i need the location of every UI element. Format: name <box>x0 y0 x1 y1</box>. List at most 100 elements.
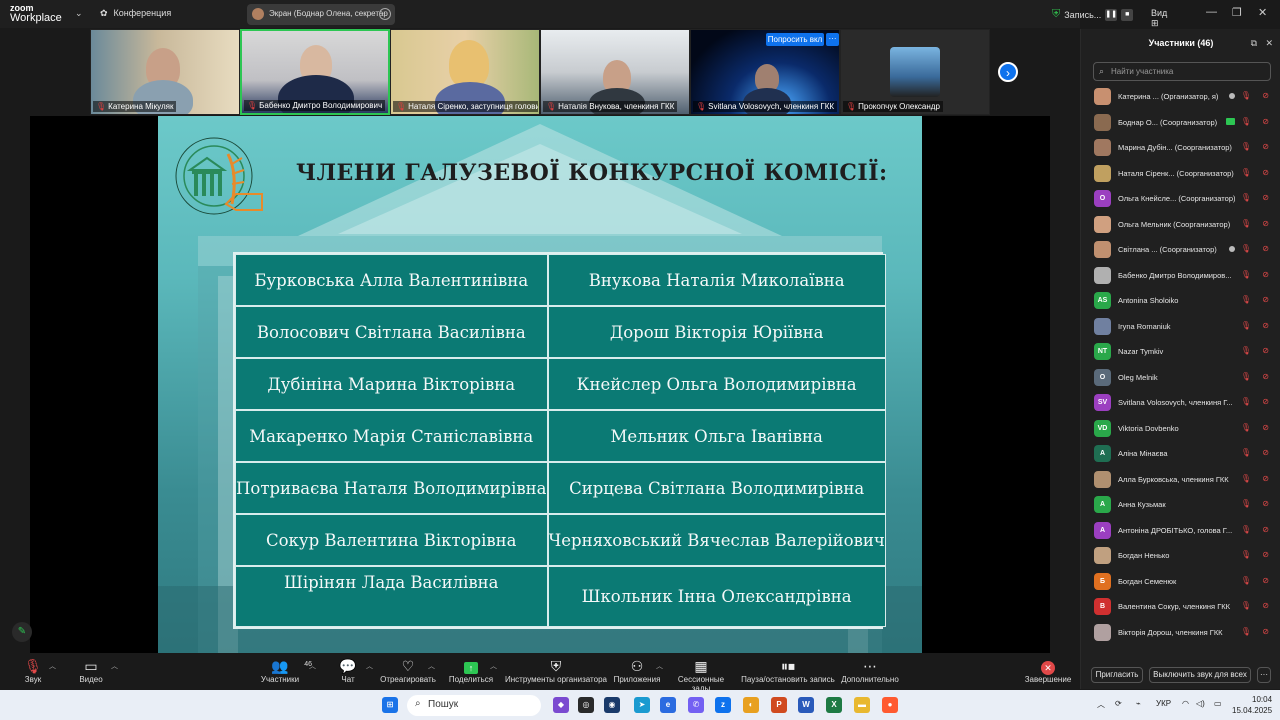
participant-row[interactable]: SV Svitlana Volosovych, членкиня Г... 🎙 ⊘ <box>1081 390 1280 416</box>
chat-button[interactable]: 💬 Чат <box>336 657 360 684</box>
participant-row[interactable]: Боднар О... (Соорганизатор) 🎙 ⊘ <box>1081 110 1280 136</box>
participant-row[interactable]: Б Богдан Семенюк 🎙 ⊘ <box>1081 569 1280 595</box>
participant-row[interactable]: Світлана ... (Соорганизатор) 🎙 ⊘ <box>1081 237 1280 263</box>
close-icon[interactable]: ✕ <box>1258 6 1267 19</box>
participant-row[interactable]: Ольга Мельник (Соорганизатор) 🎙 ⊘ <box>1081 212 1280 238</box>
video-tile[interactable]: 🎙 Прокопчук Олександр <box>840 29 990 115</box>
participant-row[interactable]: VD Viktoria Dovbenko 🎙 ⊘ <box>1081 416 1280 442</box>
camera-off-icon[interactable]: ⊘ <box>1262 117 1269 126</box>
zoom-taskbar-icon[interactable]: z <box>715 697 731 713</box>
camera-off-icon[interactable]: ⊘ <box>1262 474 1269 483</box>
more-icon[interactable]: ··· <box>379 8 391 20</box>
camera-off-icon[interactable]: ⊘ <box>1262 576 1269 585</box>
camera-off-icon[interactable]: ⊘ <box>1262 142 1269 151</box>
apps-button[interactable]: ⚇ Приложения <box>612 657 662 684</box>
chrome-icon[interactable]: ◐ <box>743 697 759 713</box>
participant-row[interactable]: AS Antonina Sholoiko 🎙 ⊘ <box>1081 288 1280 314</box>
mic-muted-icon[interactable]: 🎙 <box>1241 295 1251 304</box>
annotate-icon[interactable]: ✎ <box>12 622 32 642</box>
edge-icon[interactable]: e <box>660 697 676 713</box>
breakout-rooms-button[interactable]: ▦ Сессионные залы <box>668 657 734 693</box>
sync-icon[interactable]: ⟳ <box>1115 699 1122 708</box>
camera-off-icon[interactable]: ⊘ <box>1262 346 1269 355</box>
screen-share-indicator[interactable]: Экран (Боднар Олена, секретар ··· <box>247 4 395 25</box>
language-indicator[interactable]: УКР <box>1156 699 1171 708</box>
usb-icon[interactable]: ⌁ <box>1136 699 1141 708</box>
camera-off-icon[interactable]: ⊘ <box>1262 525 1269 534</box>
wifi-icon[interactable]: ◠ <box>1182 699 1189 708</box>
participant-row[interactable]: О Ольга Кнейсле... (Соорганизатор) 🎙 ⊘ <box>1081 186 1280 212</box>
camera-off-icon[interactable]: ⊘ <box>1262 372 1269 381</box>
app-icon[interactable]: ● <box>882 697 898 713</box>
restore-icon[interactable]: ❐ <box>1232 6 1242 19</box>
mic-muted-icon[interactable]: 🎙 <box>1241 193 1251 202</box>
camera-off-icon[interactable]: ⊘ <box>1262 321 1269 330</box>
stop-recording-icon[interactable]: ■ <box>1121 8 1134 21</box>
participant-row[interactable]: В Валентина Сокур, членкиня ГКК 🎙 ⊘ <box>1081 594 1280 620</box>
close-panel-icon[interactable]: ✕ <box>1265 29 1273 57</box>
chevron-down-icon[interactable]: ⌄ <box>75 8 83 19</box>
taskbar-search[interactable]: ⌕ Пошук <box>407 695 541 716</box>
camera-off-icon[interactable]: ⊘ <box>1262 244 1269 253</box>
mic-muted-icon[interactable]: 🎙 <box>1241 576 1251 585</box>
app-icon[interactable]: ◎ <box>578 697 594 713</box>
camera-off-icon[interactable]: ⊘ <box>1262 448 1269 457</box>
file-explorer-icon[interactable]: ▬ <box>854 697 870 713</box>
video-tile[interactable]: 🎙 Наталя Сіренко, заступниця голови ... <box>390 29 540 115</box>
camera-off-icon[interactable]: ⊘ <box>1262 295 1269 304</box>
meeting-info-button[interactable]: ✿ Конференция <box>100 8 171 19</box>
video-tile-active-speaker[interactable]: 🎙 Бабенко Дмитро Володимирович <box>240 29 390 115</box>
audio-button[interactable]: 🎙 Звук <box>20 657 46 684</box>
mic-muted-icon[interactable]: 🎙 <box>1241 525 1251 534</box>
mute-all-button[interactable]: Выключить звук для всех <box>1149 667 1251 683</box>
mic-muted-icon[interactable]: 🎙 <box>1241 499 1251 508</box>
participant-row[interactable]: А Аліна Мінаєва 🎙 ⊘ <box>1081 441 1280 467</box>
participant-row[interactable]: Бабенко Дмитро Володимиров... 🎙 ⊘ <box>1081 263 1280 289</box>
mic-muted-icon[interactable]: 🎙 <box>1241 397 1251 406</box>
camera-off-icon[interactable]: ⊘ <box>1262 397 1269 406</box>
minimize-icon[interactable]: — <box>1206 6 1217 18</box>
mic-muted-icon[interactable]: 🎙 <box>1241 270 1251 279</box>
participant-row[interactable]: А Анна Кузьмак 🎙 ⊘ <box>1081 492 1280 518</box>
chevron-up-icon[interactable]: ︿ <box>49 661 56 671</box>
participant-row[interactable]: Катерина ... (Организатор, я) 🎙 ⊘ <box>1081 84 1280 110</box>
chevron-up-icon[interactable]: ︿ <box>656 661 663 671</box>
zoom-logo[interactable]: zoom Workplace <box>10 3 62 24</box>
mic-muted-icon[interactable]: 🎙 <box>1241 142 1251 151</box>
mic-muted-icon[interactable]: 🎙 <box>1241 117 1251 126</box>
camera-off-icon[interactable]: ⊘ <box>1262 270 1269 279</box>
mic-muted-icon[interactable]: 🎙 <box>1241 474 1251 483</box>
mic-muted-icon[interactable]: 🎙 <box>1241 91 1251 100</box>
host-tools-button[interactable]: ⛨ Инструменты организатора <box>505 657 607 684</box>
video-tile[interactable]: 🎙 Катерина Мікуляк <box>90 29 240 115</box>
chevron-up-icon[interactable]: ︿ <box>428 661 435 671</box>
participants-button[interactable]: 👥 46 Участники <box>258 657 312 684</box>
end-meeting-button[interactable]: ✕ Завершение <box>1024 657 1072 684</box>
participant-row[interactable]: Iryna Romaniuk 🎙 ⊘ <box>1081 314 1280 340</box>
video-tile[interactable]: 🎙 Наталія Внукова, членкиня ГКК <box>540 29 690 115</box>
camera-off-icon[interactable]: ⊘ <box>1262 168 1269 177</box>
participant-row[interactable]: Богдан Ненько 🎙 ⊘ <box>1081 543 1280 569</box>
more-options-button[interactable]: ··· <box>1257 667 1271 683</box>
mic-muted-icon[interactable]: 🎙 <box>1241 244 1251 253</box>
chevron-up-icon[interactable]: ︿ <box>111 661 118 671</box>
taskbar-clock[interactable]: 10:04 15.04.2025 <box>1232 694 1272 716</box>
steam-icon[interactable]: ◉ <box>604 697 620 713</box>
chevron-up-icon[interactable]: ︿ <box>490 661 497 671</box>
more-button[interactable]: ⋯ Дополнительно <box>840 657 900 684</box>
mic-muted-icon[interactable]: 🎙 <box>1241 168 1251 177</box>
participant-row[interactable]: NT Nazar Tymkiv 🎙 ⊘ <box>1081 339 1280 365</box>
participant-row[interactable]: А Антоніна ДРОБІТЬКО, голова Г... 🎙 ⊘ <box>1081 518 1280 544</box>
copilot-icon[interactable]: ◆ <box>553 697 569 713</box>
mic-muted-icon[interactable]: 🎙 <box>1241 627 1251 636</box>
recording-controls-button[interactable]: ⏸⏹ Пауза/остановить запись <box>741 657 835 684</box>
mic-muted-icon[interactable]: 🎙 <box>1241 219 1251 228</box>
camera-off-icon[interactable]: ⊘ <box>1262 550 1269 559</box>
participant-row[interactable]: O Oleg Melnik 🎙 ⊘ <box>1081 365 1280 391</box>
video-button[interactable]: ▭ Видео <box>76 657 106 684</box>
excel-icon[interactable]: X <box>826 697 842 713</box>
windows-start-icon[interactable]: ⊞ <box>382 697 398 713</box>
ask-to-unmute-button[interactable]: Попросить вкл <box>766 33 824 46</box>
mic-muted-icon[interactable]: 🎙 <box>1241 372 1251 381</box>
camera-off-icon[interactable]: ⊘ <box>1262 499 1269 508</box>
